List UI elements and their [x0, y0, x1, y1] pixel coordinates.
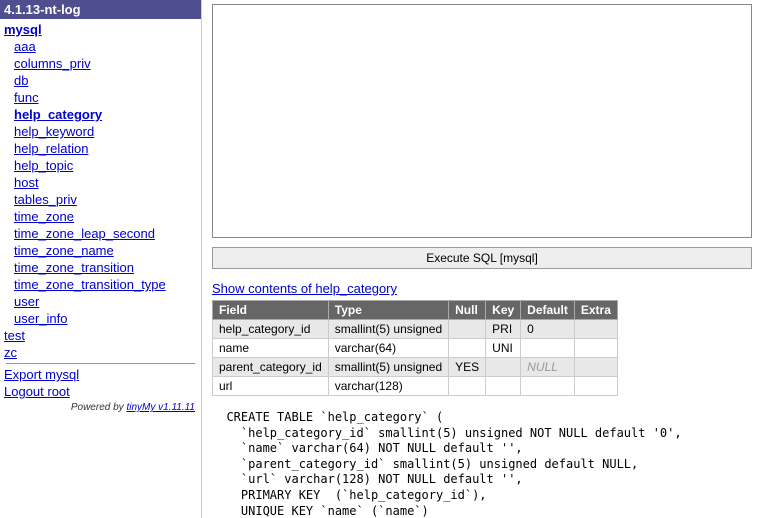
powered-by: Powered by tinyMy v1.11.11 [0, 400, 201, 415]
cell-type: smallint(5) unsigned [328, 358, 448, 377]
logout-link[interactable]: Logout root [0, 383, 201, 400]
cell-extra [574, 358, 617, 377]
sidebar: 4.1.13-nt-log mysql aaacolumns_privdbfun… [0, 0, 202, 518]
cell-field: help_category_id [213, 320, 329, 339]
cell-field: url [213, 377, 329, 396]
cell-extra [574, 377, 617, 396]
cell-key: UNI [486, 339, 521, 358]
database-link[interactable]: mysql [0, 21, 201, 38]
cell-extra [574, 339, 617, 358]
column-header: Key [486, 301, 521, 320]
database-link-zc[interactable]: zc [0, 344, 201, 361]
table-link-help_keyword[interactable]: help_keyword [0, 123, 201, 140]
table-row: urlvarchar(128) [213, 377, 618, 396]
create-table-sql: CREATE TABLE `help_category` ( `help_cat… [212, 410, 752, 518]
column-header: Null [449, 301, 486, 320]
table-link-user[interactable]: user [0, 293, 201, 310]
cell-null: YES [449, 358, 486, 377]
database-link-test[interactable]: test [0, 327, 201, 344]
powered-link[interactable]: tinyMy v1.11.11 [126, 402, 195, 413]
table-row: parent_category_idsmallint(5) unsignedYE… [213, 358, 618, 377]
table-link-host[interactable]: host [0, 174, 201, 191]
cell-default: 0 [521, 320, 575, 339]
cell-key: PRI [486, 320, 521, 339]
table-link-help_topic[interactable]: help_topic [0, 157, 201, 174]
cell-null [449, 339, 486, 358]
cell-key [486, 377, 521, 396]
table-link-time_zone_name[interactable]: time_zone_name [0, 242, 201, 259]
table-link-time_zone[interactable]: time_zone [0, 208, 201, 225]
table-link-db[interactable]: db [0, 72, 201, 89]
cell-type: varchar(128) [328, 377, 448, 396]
table-link-time_zone_transition_type[interactable]: time_zone_transition_type [0, 276, 201, 293]
column-header: Default [521, 301, 575, 320]
cell-type: varchar(64) [328, 339, 448, 358]
table-link-columns_priv[interactable]: columns_priv [0, 55, 201, 72]
cell-default [521, 339, 575, 358]
execute-sql-button[interactable]: Execute SQL [mysql] [212, 247, 752, 269]
cell-field: name [213, 339, 329, 358]
divider [6, 363, 195, 364]
cell-null [449, 377, 486, 396]
cell-default [521, 377, 575, 396]
table-row: namevarchar(64) UNI [213, 339, 618, 358]
table-link-aaa[interactable]: aaa [0, 38, 201, 55]
cell-extra [574, 320, 617, 339]
cell-type: smallint(5) unsigned [328, 320, 448, 339]
cell-null [449, 320, 486, 339]
column-header: Field [213, 301, 329, 320]
cell-default: NULL [521, 358, 575, 377]
export-link[interactable]: Export mysql [0, 366, 201, 383]
table-link-user_info[interactable]: user_info [0, 310, 201, 327]
table-row: help_category_idsmallint(5) unsigned PRI0 [213, 320, 618, 339]
table-link-time_zone_leap_second[interactable]: time_zone_leap_second [0, 225, 201, 242]
sql-input[interactable] [212, 4, 752, 238]
schema-table: FieldTypeNullKeyDefaultExtra help_catego… [212, 300, 618, 396]
version-header: 4.1.13-nt-log [0, 0, 201, 19]
table-link-func[interactable]: func [0, 89, 201, 106]
main-panel: Execute SQL [mysql] Show contents of hel… [202, 0, 762, 518]
column-header: Extra [574, 301, 617, 320]
table-link-help_category[interactable]: help_category [0, 106, 201, 123]
table-link-time_zone_transition[interactable]: time_zone_transition [0, 259, 201, 276]
cell-field: parent_category_id [213, 358, 329, 377]
show-contents-link[interactable]: Show contents of help_category [212, 281, 397, 296]
cell-key [486, 358, 521, 377]
table-link-tables_priv[interactable]: tables_priv [0, 191, 201, 208]
table-link-help_relation[interactable]: help_relation [0, 140, 201, 157]
column-header: Type [328, 301, 448, 320]
